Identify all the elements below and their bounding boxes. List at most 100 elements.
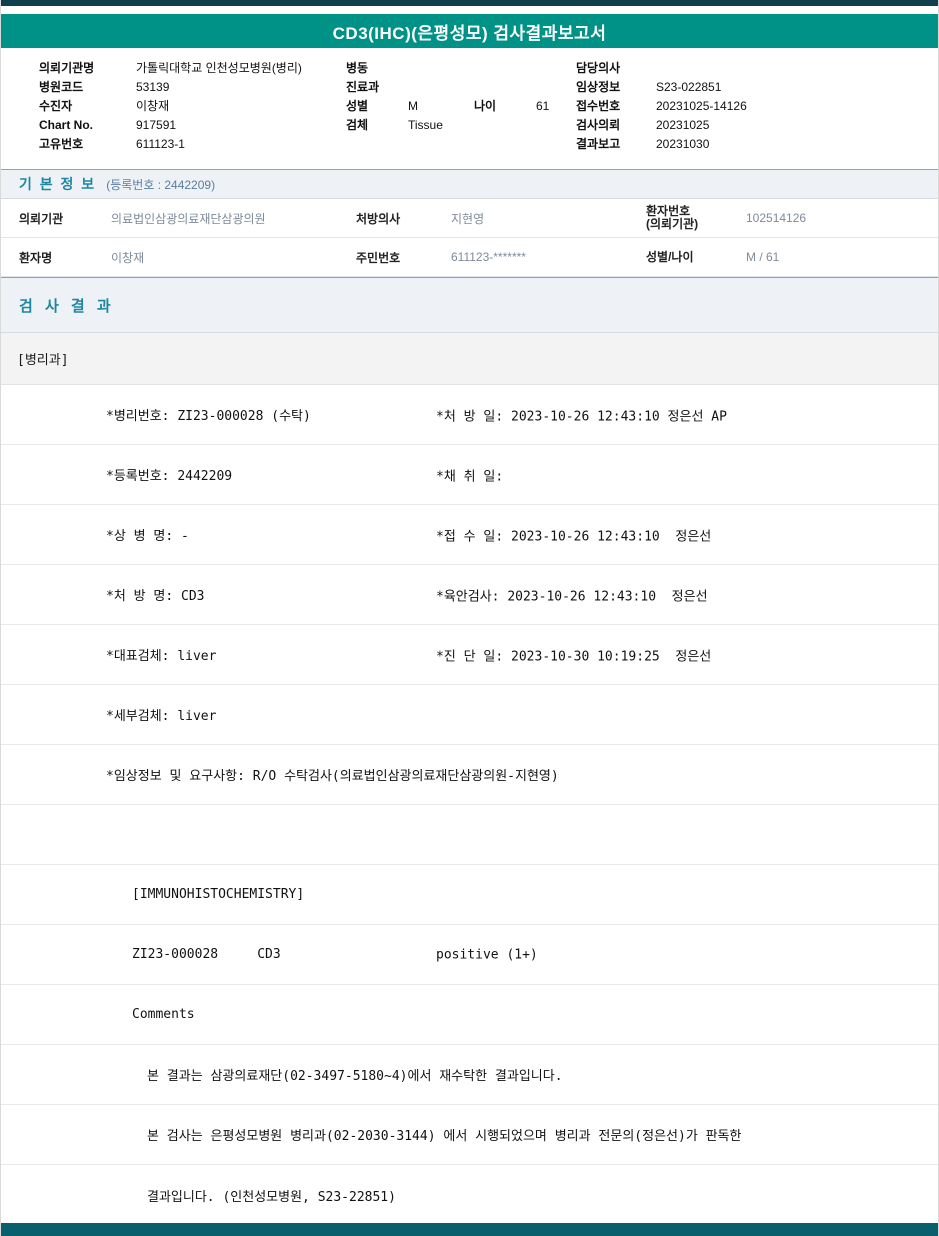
column-header: 의뢰기관 (19, 211, 64, 226)
field-label: 병동 (346, 61, 369, 75)
cell-value: M / 61 (746, 250, 780, 264)
result-left-text: *등록번호: 2442209 (106, 469, 233, 484)
field-label: Chart No. (39, 117, 93, 132)
field-value: S23-022851 (656, 79, 722, 94)
section-title: 검 사 결 과 (19, 297, 115, 315)
report-page: CD3(IHC)(은평성모) 검사결과보고서 의뢰기관명 가톨릭대학교 인천성모… (0, 0, 939, 1236)
field-value: 917591 (136, 117, 177, 132)
result-left-text: *대표검체: liver (106, 649, 217, 664)
field-unique-no: 고유번호 611123-1 (39, 134, 346, 153)
column-header: 환자번호 (의뢰기관) (646, 204, 699, 231)
field-value: Tissue (408, 117, 443, 132)
field-value: 20231025 (656, 117, 710, 132)
result-left-text: *처 방 명: CD3 (106, 589, 205, 604)
field-referring-org: 의뢰기관명 가톨릭대학교 인천성모병원(병리) (39, 58, 346, 77)
result-right-text: *채 취 일: (436, 469, 504, 484)
result-left-text: [IMMUNOHISTOCHEMISTRY] (132, 887, 305, 902)
result-left-text: *세부검체: liver (106, 709, 217, 724)
patient-header: 의뢰기관명 가톨릭대학교 인천성모병원(병리) 병원코드 53139 수진자 이… (1, 48, 938, 169)
result-left-text: *상 병 명: - (106, 529, 189, 544)
field-chart-no: Chart No. 917591 (39, 115, 346, 134)
field-label: 임상정보 (576, 80, 621, 94)
result-line: ZI23-000028 CD3 positive (1+) (1, 925, 938, 985)
field-value: 61 (536, 98, 550, 113)
result-right-text: positive (1+) (436, 947, 538, 962)
field-report-date: 결과보고 20231030 (576, 134, 916, 153)
field-department: 진료과 (346, 77, 576, 96)
result-right-text: *진 단 일: 2023-10-30 10:19:25 정은선 (436, 649, 712, 664)
field-value: M (408, 98, 418, 113)
field-label: 병원코드 (39, 80, 84, 94)
section-title: 기 본 정 보 (19, 176, 97, 192)
field-label: 접수번호 (576, 99, 621, 113)
basic-info-section-header: 기 본 정 보 (등록번호 : 2442209) (1, 169, 938, 199)
result-line: *처 방 명: CD3 *육안검사: 2023-10-26 12:43:10 정… (1, 565, 938, 625)
top-bar (1, 0, 938, 6)
field-label: 검체 (346, 118, 369, 132)
field-hospital-code: 병원코드 53139 (39, 77, 346, 96)
field-attending-doctor: 담당의사 (576, 58, 916, 77)
field-ward: 병동 (346, 58, 576, 77)
field-sex-age: 성별 M 나이 61 (346, 96, 576, 115)
field-clinical-info: 임상정보 S23-022851 (576, 77, 916, 96)
result-right-text: *육안검사: 2023-10-26 12:43:10 정은선 (436, 589, 708, 604)
result-line: *병리번호: ZI23-000028 (수탁) *처 방 일: 2023-10-… (1, 385, 938, 445)
department-label: [병리과] (17, 353, 69, 368)
column-header: 처방의사 (356, 211, 401, 226)
result-line: *세부검체: liver (1, 685, 938, 745)
field-label: 고유번호 (39, 137, 84, 151)
registration-number-note: (등록번호 : 2442209) (106, 177, 216, 192)
field-label: 의뢰기관명 (39, 61, 95, 75)
cell-value: 의료법인삼광의료재단삼광의원 (111, 211, 266, 226)
report-title: CD3(IHC)(은평성모) 검사결과보고서 (332, 23, 607, 43)
result-left-text: 결과입니다. (인천성모병원, S23-22851) (147, 1189, 396, 1205)
result-line: [IMMUNOHISTOCHEMISTRY] (1, 865, 938, 925)
result-right-text: *처 방 일: 2023-10-26 12:43:10 정은선 AP (436, 409, 727, 424)
field-label: 진료과 (346, 80, 380, 94)
cell-value: 102514126 (746, 211, 807, 225)
result-left-text: 본 검사는 은평성모병원 병리과(02-2030-3144) 에서 시행되었으며… (147, 1129, 742, 1144)
bottom-bar (1, 1223, 938, 1236)
result-left-text: 본 결과는 삼광의료재단(02-3497-5180~4)에서 재수탁한 결과입니… (147, 1069, 563, 1084)
field-label: 수진자 (39, 99, 73, 113)
result-line: *대표검체: liver *진 단 일: 2023-10-30 10:19:25… (1, 625, 938, 685)
result-line: 본 검사는 은평성모병원 병리과(02-2030-3144) 에서 시행되었으며… (1, 1105, 938, 1165)
department-band: [병리과] (1, 333, 938, 385)
result-line: *임상정보 및 요구사항: R/O 수탁검사(의료법인삼광의료재단삼광의원-지현… (1, 745, 938, 805)
column-header: 주민번호 (356, 250, 401, 265)
field-value: 20231030 (656, 136, 710, 151)
result-left-text: Comments (132, 1007, 195, 1022)
basic-info-table: 의뢰기관 의료법인삼광의료재단삼광의원 처방의사 지현영 환자번호 (의뢰기관) … (1, 199, 938, 277)
field-label: 성별 (346, 99, 369, 113)
result-line: 본 결과는 삼광의료재단(02-3497-5180~4)에서 재수탁한 결과입니… (1, 1045, 938, 1105)
table-row: 환자명 이창재 주민번호 611123-******* 성별/나이 M / 61 (1, 238, 938, 277)
patient-header-middle-column: 병동 진료과 성별 M 나이 61 검체 Tissue (346, 58, 576, 169)
field-label: 나이 (474, 99, 497, 113)
field-label: 결과보고 (576, 137, 621, 151)
field-label: 담당의사 (576, 61, 621, 75)
report-title-band: CD3(IHC)(은평성모) 검사결과보고서 (1, 14, 938, 48)
field-patient-name: 수진자 이창재 (39, 96, 346, 115)
result-line: 결과입니다. (인천성모병원, S23-22851) (1, 1165, 938, 1225)
patient-header-right-column: 담당의사 임상정보 S23-022851 접수번호 20231025-14126… (576, 58, 916, 169)
result-rows: *병리번호: ZI23-000028 (수탁) *처 방 일: 2023-10-… (1, 385, 938, 1225)
patient-header-left-column: 의뢰기관명 가톨릭대학교 인천성모병원(병리) 병원코드 53139 수진자 이… (39, 58, 346, 169)
field-value: 53139 (136, 79, 170, 94)
table-row: 의뢰기관 의료법인삼광의료재단삼광의원 처방의사 지현영 환자번호 (의뢰기관) … (1, 199, 938, 238)
result-line: *상 병 명: - *접 수 일: 2023-10-26 12:43:10 정은… (1, 505, 938, 565)
field-value: 611123-1 (136, 136, 185, 151)
results-section-header: 검 사 결 과 (1, 277, 938, 333)
field-value: 이창재 (136, 99, 170, 113)
column-header: 환자명 (19, 250, 53, 265)
column-header: 성별/나이 (646, 249, 694, 264)
result-left-text: *임상정보 및 요구사항: R/O 수탁검사(의료법인삼광의료재단삼광의원-지현… (106, 769, 559, 784)
cell-value: 611123-******* (451, 250, 526, 264)
field-value: 20231025-14126 (656, 98, 747, 113)
field-specimen: 검체 Tissue (346, 115, 576, 134)
field-value: 가톨릭대학교 인천성모병원(병리) (136, 61, 302, 75)
result-line-empty (1, 805, 938, 865)
result-left-text: ZI23-000028 CD3 (132, 947, 281, 962)
result-line: Comments (1, 985, 938, 1045)
field-label: 검사의뢰 (576, 118, 621, 132)
field-order-date: 검사의뢰 20231025 (576, 115, 916, 134)
